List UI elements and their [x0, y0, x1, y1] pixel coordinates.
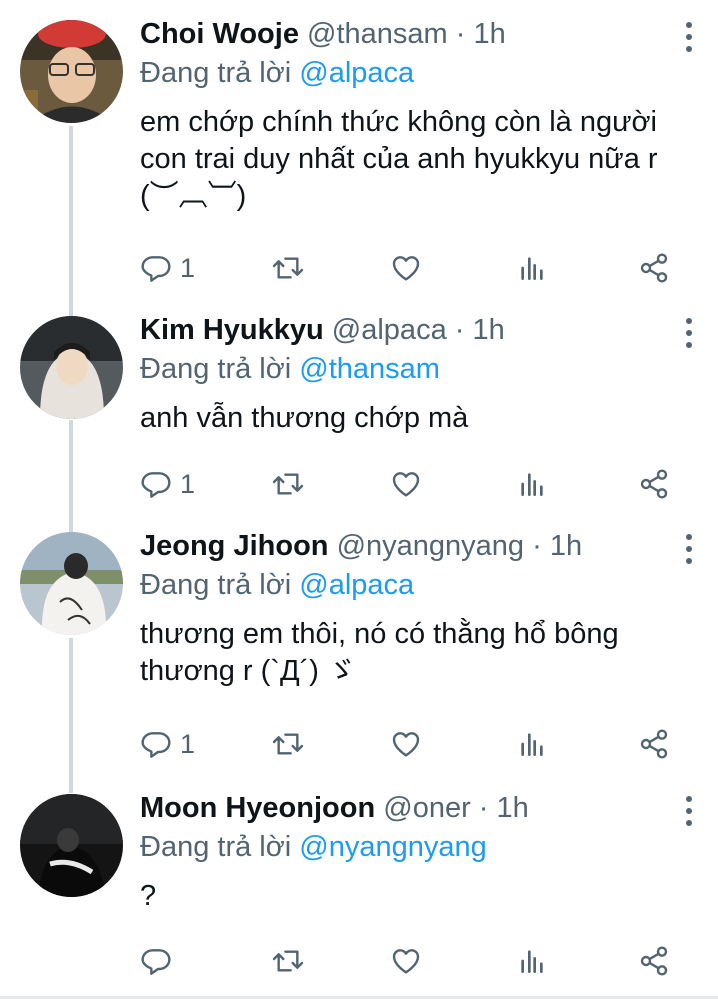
- action-bar: 1: [140, 467, 680, 501]
- tweet-text: ?: [140, 880, 157, 912]
- action-bar: 1: [140, 251, 680, 285]
- heart-icon: [392, 732, 420, 757]
- retweet-button[interactable]: [272, 467, 304, 501]
- action-bar: [140, 944, 680, 978]
- more-vertical-icon[interactable]: [682, 318, 696, 348]
- like-button[interactable]: [390, 467, 422, 501]
- retweet-icon: [272, 733, 304, 755]
- share-icon: [640, 469, 668, 499]
- heart-icon: [392, 949, 420, 974]
- display-name[interactable]: Jeong Jihoon: [140, 530, 329, 562]
- share-button[interactable]: [638, 727, 670, 761]
- tweet-text: em chớp chính thức không còn là người co…: [140, 106, 658, 212]
- heart-icon: [392, 472, 420, 497]
- analytics-icon: [521, 473, 543, 496]
- replying-to-label: Đang trả lời: [140, 831, 292, 863]
- tweet-header: Jeong Jihoon @nyangnyang · 1h: [140, 530, 582, 563]
- separator-dot: ·: [478, 792, 489, 824]
- like-button[interactable]: [390, 944, 422, 978]
- replying-to: Đang trả lời @alpaca: [140, 569, 414, 602]
- share-button[interactable]: [638, 251, 670, 285]
- share-button[interactable]: [638, 467, 670, 501]
- retweet-icon: [272, 950, 304, 972]
- tweet-text: anh vẫn thương chớp mà: [140, 402, 469, 434]
- reply-count: 1: [180, 728, 196, 759]
- timestamp[interactable]: 1h: [550, 530, 582, 562]
- tweet-header: Moon Hyeonjoon @oner · 1h: [140, 792, 529, 825]
- replying-to: Đang trả lời @nyangnyang: [140, 831, 487, 864]
- tweet[interactable]: Choi Wooje @thansam · 1h Đang trả lời @a…: [0, 0, 718, 300]
- action-bar: 1: [140, 727, 680, 761]
- replying-to-label: Đang trả lời: [140, 353, 292, 385]
- analytics-button[interactable]: [516, 251, 548, 285]
- replying-to-label: Đang trả lời: [140, 57, 292, 89]
- timestamp[interactable]: 1h: [473, 18, 505, 50]
- user-handle[interactable]: @alpaca: [332, 314, 447, 346]
- avatar[interactable]: [20, 794, 123, 897]
- tweet-header: Choi Wooje @thansam · 1h: [140, 18, 506, 51]
- more-vertical-icon[interactable]: [682, 22, 696, 52]
- reply-button[interactable]: [140, 944, 180, 978]
- share-button[interactable]: [638, 944, 670, 978]
- separator-dot: ·: [454, 314, 465, 346]
- more-vertical-icon[interactable]: [682, 796, 696, 826]
- analytics-icon: [521, 733, 543, 756]
- user-handle[interactable]: @thansam: [307, 18, 448, 50]
- avatar[interactable]: [20, 532, 123, 635]
- like-button[interactable]: [390, 727, 422, 761]
- reply-icon: [141, 256, 171, 282]
- like-button[interactable]: [390, 251, 422, 285]
- reply-icon: [141, 472, 171, 498]
- replying-to-handle[interactable]: @thansam: [299, 353, 440, 385]
- share-icon: [640, 253, 668, 283]
- analytics-button[interactable]: [516, 727, 548, 761]
- user-handle[interactable]: @oner: [383, 792, 470, 824]
- replying-to-label: Đang trả lời: [140, 569, 292, 601]
- retweet-button[interactable]: [272, 251, 304, 285]
- display-name[interactable]: Choi Wooje: [140, 18, 299, 50]
- replying-to-handle[interactable]: @nyangnyang: [299, 831, 486, 863]
- retweet-button[interactable]: [272, 944, 304, 978]
- heart-icon: [392, 256, 420, 281]
- replying-to-handle[interactable]: @alpaca: [299, 569, 414, 601]
- separator-dot: ·: [532, 530, 542, 562]
- tweet[interactable]: Kim Hyukkyu @alpaca · 1h Đang trả lời @t…: [0, 296, 718, 510]
- reply-button[interactable]: 1: [140, 467, 195, 501]
- more-vertical-icon[interactable]: [682, 534, 696, 564]
- share-icon: [640, 729, 668, 759]
- reply-icon: [141, 732, 171, 758]
- tweet-text: thương em thôi, nó có thằng hổ bông thươ…: [140, 618, 619, 687]
- reply-count: 1: [180, 468, 196, 499]
- separator-dot: ·: [455, 18, 466, 50]
- tweet[interactable]: Jeong Jihoon @nyangnyang · 1h Đang trả l…: [0, 512, 718, 777]
- avatar[interactable]: [20, 316, 123, 419]
- avatar[interactable]: [20, 20, 123, 123]
- analytics-icon: [521, 950, 543, 973]
- analytics-button[interactable]: [516, 467, 548, 501]
- retweet-icon: [272, 473, 304, 495]
- display-name[interactable]: Moon Hyeonjoon: [140, 792, 375, 824]
- display-name[interactable]: Kim Hyukkyu: [140, 314, 324, 346]
- replying-to-handle[interactable]: @alpaca: [299, 57, 414, 89]
- reply-count: 1: [180, 252, 196, 283]
- timestamp[interactable]: 1h: [473, 314, 505, 346]
- analytics-button[interactable]: [516, 944, 548, 978]
- reply-icon: [141, 949, 171, 975]
- reply-button[interactable]: 1: [140, 251, 195, 285]
- tweet-header: Kim Hyukkyu @alpaca · 1h: [140, 314, 505, 347]
- share-icon: [640, 946, 668, 976]
- retweet-icon: [272, 257, 304, 279]
- analytics-icon: [521, 257, 543, 280]
- reply-button[interactable]: 1: [140, 727, 195, 761]
- retweet-button[interactable]: [272, 727, 304, 761]
- replying-to: Đang trả lời @thansam: [140, 353, 440, 386]
- replying-to: Đang trả lời @alpaca: [140, 57, 414, 90]
- tweet[interactable]: Moon Hyeonjoon @oner · 1h Đang trả lời @…: [0, 774, 718, 996]
- timestamp[interactable]: 1h: [497, 792, 529, 824]
- user-handle[interactable]: @nyangnyang: [337, 530, 524, 562]
